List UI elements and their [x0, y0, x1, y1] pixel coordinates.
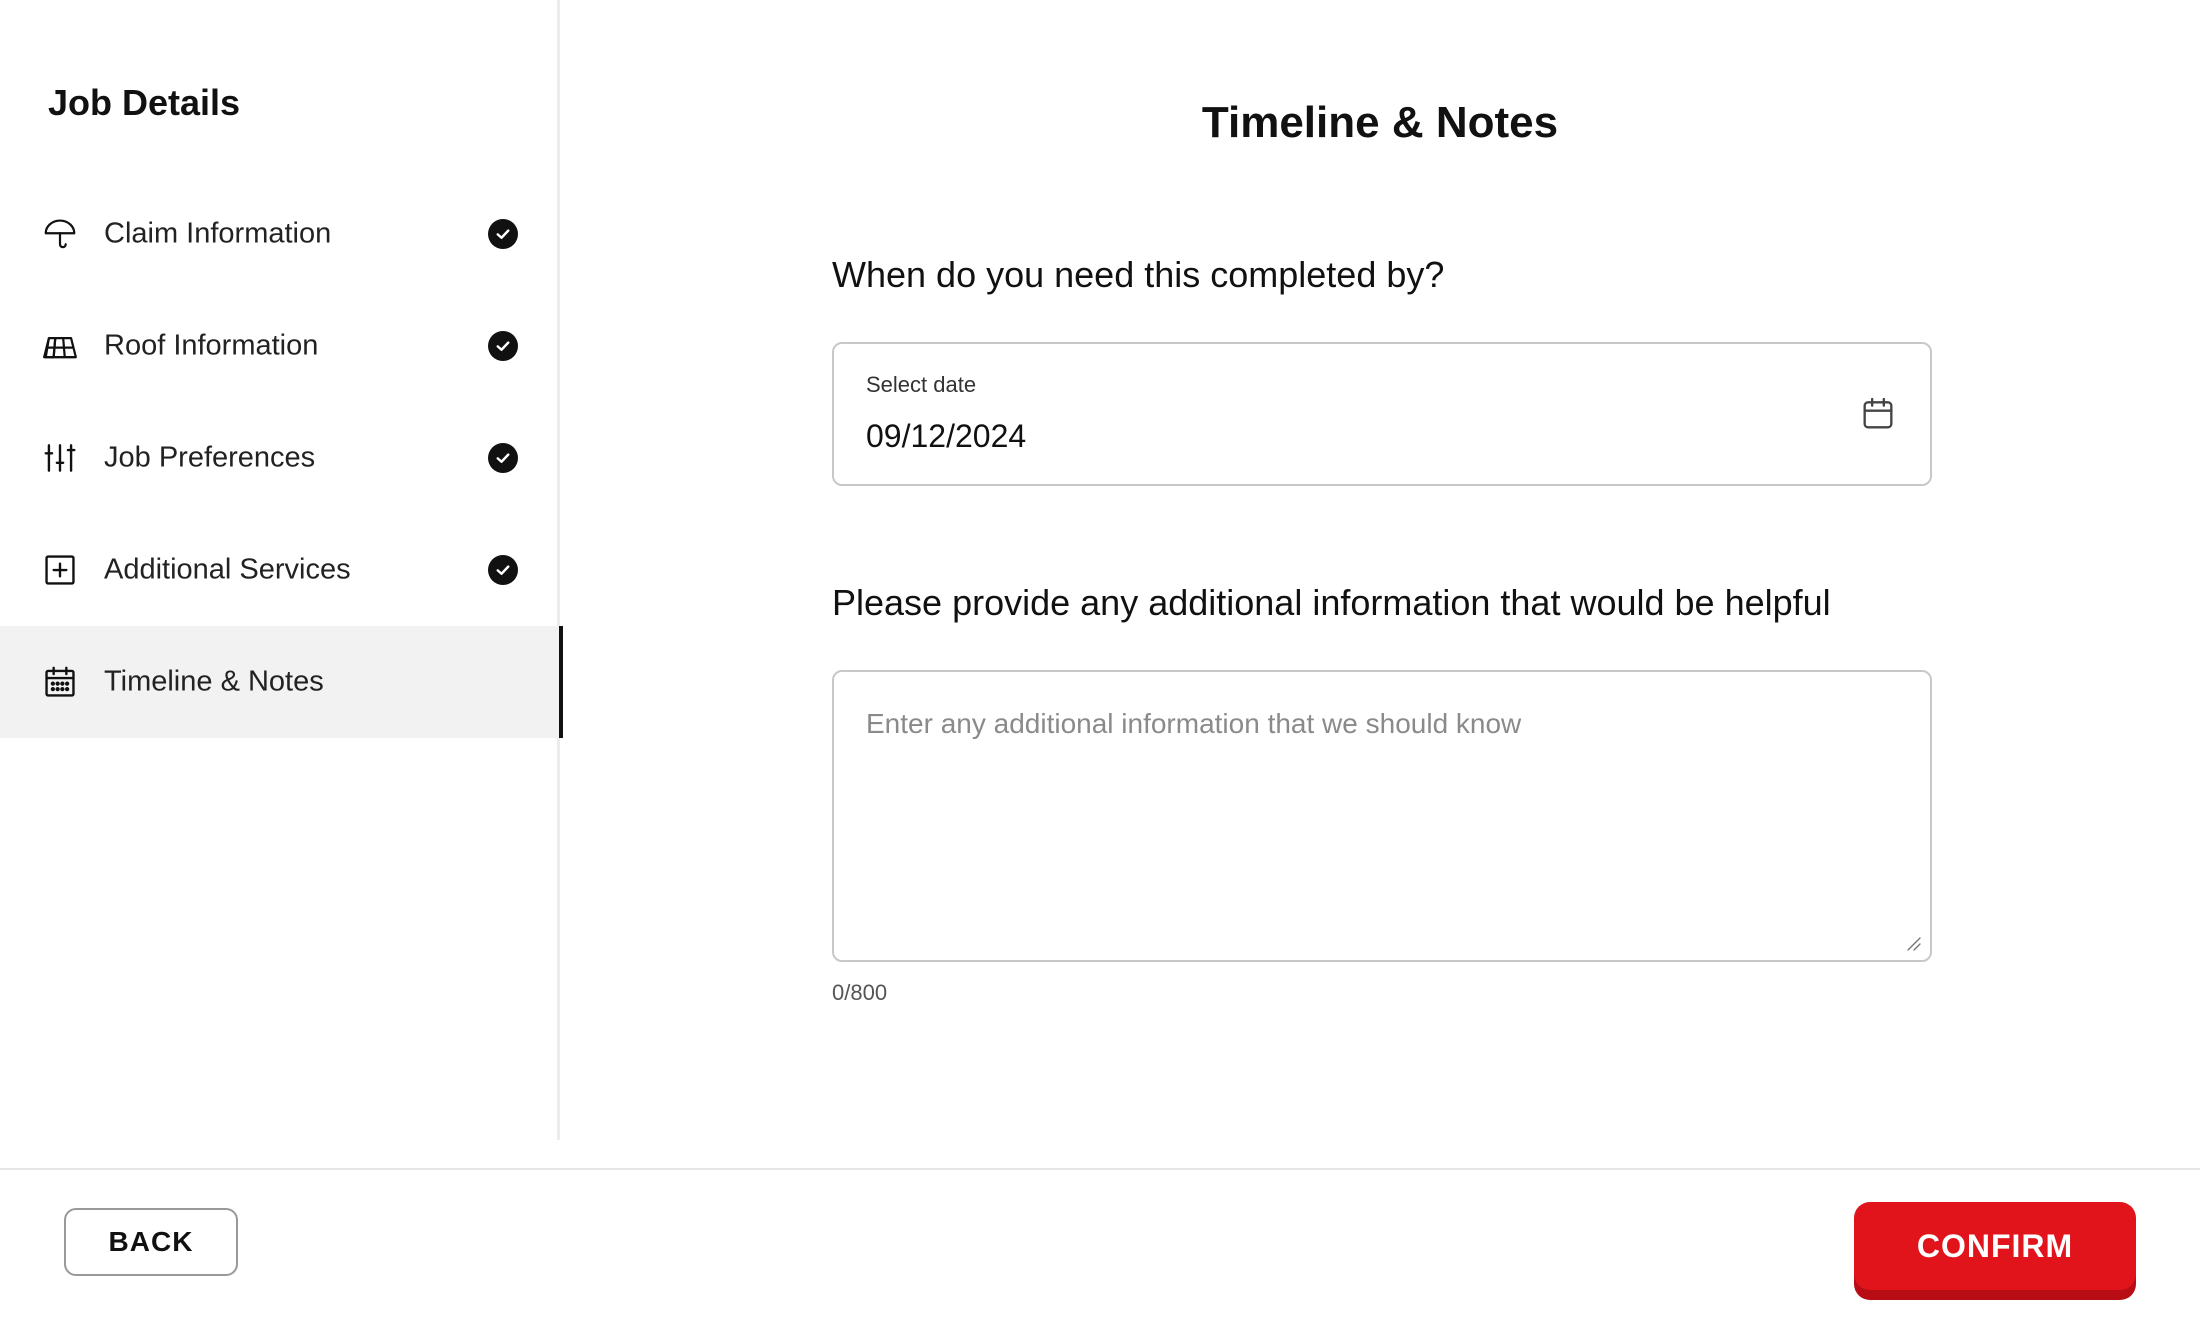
check-circle-icon	[488, 555, 518, 585]
plus-square-icon	[40, 550, 80, 590]
footer-bar: BACK CONFIRM	[0, 1168, 2200, 1320]
notes-textarea-wrapper	[832, 670, 1932, 962]
calendar-icon[interactable]	[1856, 392, 1900, 436]
page-title: Timeline & Notes	[1201, 98, 1559, 147]
sidebar-item-label: Timeline & Notes	[104, 665, 324, 698]
notes-textarea[interactable]	[834, 672, 1930, 960]
sidebar-item-label: Claim Information	[104, 217, 332, 250]
sidebar: Job Details Claim Information Roof Infor…	[0, 0, 563, 1140]
umbrella-icon	[40, 214, 80, 254]
check-circle-icon	[488, 443, 518, 473]
notes-question: Please provide any additional informatio…	[832, 582, 1831, 623]
date-field-label: Select date	[866, 372, 977, 397]
sidebar-item-timeline-notes[interactable]: Timeline & Notes	[0, 626, 563, 738]
sidebar-item-label: Additional Services	[104, 553, 351, 586]
check-circle-icon	[488, 331, 518, 361]
sidebar-item-claim-information[interactable]: Claim Information	[0, 178, 560, 290]
confirm-button[interactable]: CONFIRM	[1854, 1202, 2136, 1290]
date-picker-field[interactable]: Select date 09/12/2024	[832, 342, 1932, 486]
sidebar-title: Job Details	[48, 82, 241, 123]
sidebar-item-label: Job Preferences	[104, 441, 316, 474]
back-button[interactable]: BACK	[64, 1208, 238, 1276]
date-question: When do you need this completed by?	[832, 254, 1445, 295]
date-field-value[interactable]: 09/12/2024	[866, 418, 1026, 455]
sliders-icon	[40, 438, 80, 478]
app-window: Job Details Claim Information Roof Infor…	[0, 0, 2200, 1320]
roof-icon	[40, 326, 80, 366]
sidebar-item-roof-information[interactable]: Roof Information	[0, 290, 560, 402]
calendar-icon	[40, 662, 80, 702]
sidebar-item-additional-services[interactable]: Additional Services	[0, 514, 560, 626]
sidebar-item-label: Roof Information	[104, 329, 319, 362]
step-nav: Claim Information Roof Information Job P…	[0, 178, 563, 738]
check-circle-icon	[488, 219, 518, 249]
resize-grip-icon[interactable]	[1904, 934, 1922, 952]
sidebar-item-job-preferences[interactable]: Job Preferences	[0, 402, 560, 514]
character-counter: 0/800	[832, 980, 888, 1005]
